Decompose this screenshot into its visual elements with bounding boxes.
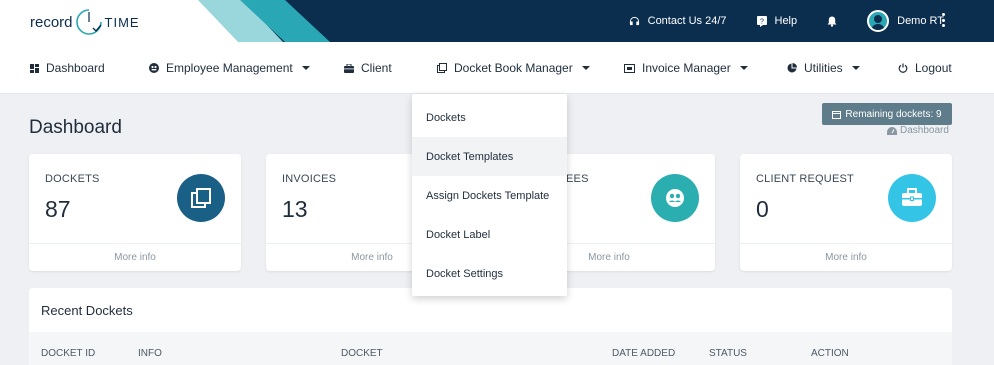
briefcase-icon (344, 63, 354, 73)
column-header[interactable]: DOCKET ID (41, 348, 95, 359)
chevron-down-icon (739, 66, 748, 70)
dockets-card[interactable]: DOCKETS 87 More info (29, 154, 241, 271)
clock-logo-icon (75, 8, 103, 36)
card-label: CLIENT REQUEST (756, 173, 854, 185)
menu-item-docket-settings[interactable]: Docket Settings (412, 254, 567, 293)
recent-dockets-title: Recent Dockets (41, 303, 133, 318)
column-header[interactable]: STATUS (709, 348, 747, 359)
user-name: Demo RT (897, 15, 944, 27)
column-header[interactable]: INFO (138, 348, 162, 359)
users-icon (149, 63, 159, 73)
power-icon (898, 63, 908, 73)
docket-book-manager-dropdown: Dockets Docket Templates Assign Dockets … (412, 94, 567, 296)
client-request-card[interactable]: CLIENT REQUEST 0 More info (740, 154, 952, 271)
breadcrumb[interactable]: Dashboard (887, 125, 949, 136)
breadcrumb-label: Dashboard (900, 125, 949, 136)
column-header[interactable]: ACTION (811, 348, 849, 359)
card-value: 87 (45, 196, 71, 222)
menu-item-dockets[interactable]: Dockets (412, 98, 567, 137)
main-nav: Dashboard Employee Management Client Doc… (0, 42, 994, 94)
nav-dashboard[interactable]: Dashboard (30, 42, 105, 94)
dashboard-gauge-icon (887, 126, 897, 135)
nav-invoice-manager[interactable]: Invoice Manager (624, 42, 748, 94)
nav-label: Employee Management (166, 61, 293, 75)
record-time-logo[interactable]: record TIME (30, 8, 140, 36)
pie-chart-icon (787, 63, 797, 73)
contact-label: Contact Us 24/7 (647, 15, 727, 27)
nav-logout[interactable]: Logout (898, 42, 952, 94)
nav-label: Dashboard (46, 61, 105, 75)
card-value: 0 (756, 196, 769, 222)
nav-client[interactable]: Client (344, 42, 392, 94)
nav-employee-management[interactable]: Employee Management (149, 42, 310, 94)
remaining-dockets-text: Remaining dockets: 9 (845, 108, 942, 120)
contact-link[interactable]: Contact Us 24/7 (629, 15, 727, 27)
page-title: Dashboard (29, 117, 122, 138)
nav-label: Client (361, 61, 392, 75)
help-link[interactable]: ? Help (756, 15, 798, 27)
more-options-icon[interactable] (942, 13, 946, 27)
recent-dockets-panel: Recent Dockets DOCKET ID INFO DOCKET DAT… (29, 288, 952, 365)
card-value: 13 (282, 196, 308, 222)
user-menu[interactable]: Demo RT (867, 10, 944, 32)
nav-label: Logout (915, 61, 952, 75)
card-label: DOCKETS (45, 173, 100, 185)
help-icon: ? (756, 15, 767, 27)
nav-utilities[interactable]: Utilities (787, 42, 860, 94)
nav-docket-book-manager[interactable]: Docket Book Manager (437, 42, 590, 94)
nav-label: Utilities (804, 61, 843, 75)
nav-label: Invoice Manager (642, 61, 731, 75)
bell-icon (827, 16, 837, 27)
remaining-dockets-badge: Remaining dockets: 9 (822, 103, 952, 125)
notifications-button[interactable] (827, 16, 837, 27)
card-label: EES (566, 173, 589, 185)
card-label: INVOICES (282, 173, 337, 185)
calendar-icon (832, 110, 842, 119)
top-bar: record TIME Contact Us 24/7 ? Help Demo … (0, 0, 994, 42)
column-header[interactable]: DATE ADDED (612, 348, 675, 359)
logo-word: record (30, 13, 73, 31)
help-label: Help (774, 15, 798, 27)
briefcase-icon (888, 174, 936, 222)
menu-item-assign-dockets-template[interactable]: Assign Dockets Template (412, 176, 567, 215)
menu-item-docket-label[interactable]: Docket Label (412, 215, 567, 254)
more-info-link[interactable]: More info (740, 243, 952, 271)
more-info-link[interactable]: More info (29, 243, 241, 271)
menu-item-docket-templates[interactable]: Docket Templates (412, 137, 567, 176)
nav-label: Docket Book Manager (454, 61, 573, 75)
chevron-down-icon (851, 66, 860, 70)
table-header: DOCKET ID INFO DOCKET DATE ADDED STATUS … (29, 332, 952, 365)
avatar (867, 10, 890, 32)
logo-sub: TIME (104, 14, 140, 30)
copy-icon (177, 174, 225, 222)
chevron-down-icon (581, 66, 590, 70)
dashboard-icon (30, 63, 39, 73)
copy-icon (437, 63, 447, 73)
svg-text:?: ? (760, 18, 764, 25)
column-header[interactable]: DOCKET (341, 348, 383, 359)
chevron-down-icon (301, 66, 310, 70)
users-icon (651, 174, 699, 222)
invoice-icon (624, 63, 635, 73)
headset-icon (629, 16, 639, 25)
